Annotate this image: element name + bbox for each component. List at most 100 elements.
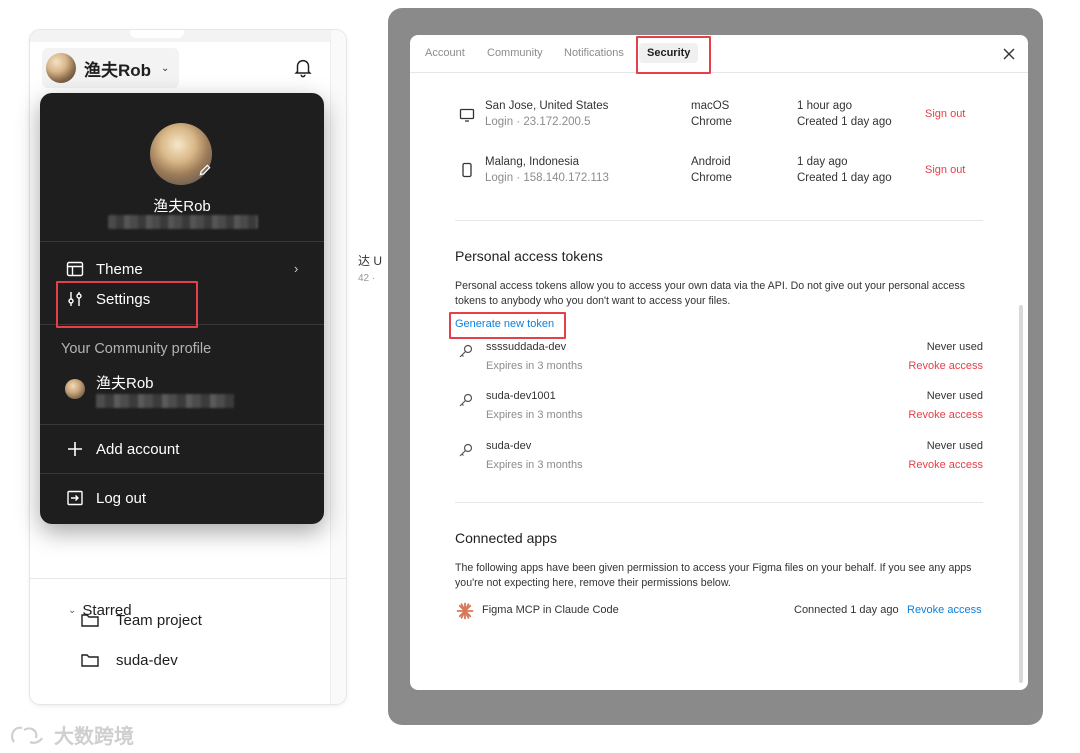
session-os: macOS: [691, 100, 730, 112]
monitor-icon: [459, 108, 475, 122]
chevron-down-icon: ⌄: [68, 605, 77, 616]
claude-icon: [456, 602, 474, 620]
revoke-token-link[interactable]: Revoke access: [883, 409, 983, 421]
bell-icon[interactable]: [292, 56, 314, 78]
tab-account[interactable]: Account: [425, 47, 465, 59]
account-menu: 渔夫Rob Theme › Settings Your Community pr…: [40, 93, 324, 524]
revoke-app-link[interactable]: Revoke access: [907, 604, 982, 616]
session-last-active: 1 hour ago: [797, 100, 852, 112]
generate-token-link[interactable]: Generate new token: [455, 318, 554, 330]
community-avatar: [65, 379, 85, 399]
redacted-email: [108, 215, 258, 229]
session-location-text: San Jose, United States: [485, 100, 609, 112]
close-icon[interactable]: [1002, 47, 1016, 61]
chevron-right-icon: ›: [294, 261, 299, 276]
redacted-handle: [96, 394, 234, 408]
profile-name: 渔夫Rob: [153, 198, 211, 215]
session-login-ip: Login · 23.172.200.5: [485, 116, 591, 128]
partial-file-card: 达 U 42 ·: [358, 252, 382, 284]
tab-community[interactable]: Community: [487, 47, 543, 59]
token-usage: Never used: [926, 341, 983, 353]
connected-apps-title: Connected apps: [455, 530, 557, 546]
menu-item-label: Theme: [96, 260, 143, 278]
session-os: Android: [691, 156, 731, 168]
pat-description: Personal access tokens allow you to acce…: [455, 280, 965, 307]
session-created: Created 1 day ago: [797, 172, 892, 184]
panel-edge: [330, 30, 346, 704]
starred-item-suda-dev[interactable]: suda-dev: [80, 651, 178, 669]
partial-file-title: 达 U: [358, 254, 383, 268]
token-usage: Never used: [926, 390, 983, 402]
partial-file-meta: 42 ·: [358, 273, 376, 284]
session-device: Android Chrome: [691, 154, 732, 186]
session-last-active: 1 day ago: [797, 156, 848, 168]
sign-out-link[interactable]: Sign out: [925, 108, 965, 120]
folder-icon: [81, 614, 99, 627]
token-usage: Never used: [926, 440, 983, 452]
divider: [455, 220, 983, 221]
connected-apps-description: The following apps have been given permi…: [455, 562, 972, 589]
session-location: San Jose, United States Login · 23.172.2…: [485, 98, 608, 130]
pat-title: Personal access tokens: [455, 248, 603, 264]
token-expiry: Expires in 3 months: [486, 409, 583, 421]
folder-icon: [81, 654, 99, 667]
watermark-logo-icon: [10, 726, 43, 744]
divider: [30, 578, 346, 579]
divider: [40, 241, 324, 242]
session-location-text: Malang, Indonesia: [485, 156, 579, 168]
menu-item-theme[interactable]: Theme: [66, 260, 143, 278]
community-profile-link[interactable]: 渔夫Rob: [96, 372, 154, 393]
avatar: [46, 53, 76, 83]
session-login-ip: Login · 158.140.172.113: [485, 172, 609, 184]
token-expiry: Expires in 3 months: [486, 459, 583, 471]
chevron-down-icon: ⌄: [161, 62, 170, 74]
menu-item-label: Log out: [96, 489, 147, 507]
divider: [40, 424, 324, 425]
key-icon: [459, 393, 473, 407]
scrollbar[interactable]: [1019, 305, 1023, 683]
pencil-icon[interactable]: [196, 161, 214, 179]
starred-item-team-project[interactable]: Team project: [80, 611, 202, 629]
menu-item-label: Add account: [96, 440, 180, 458]
session-location: Malang, Indonesia Login · 158.140.172.11…: [485, 154, 609, 186]
key-icon: [459, 443, 473, 457]
session-created: Created 1 day ago: [797, 116, 892, 128]
starred-item-label: suda-dev: [116, 651, 178, 669]
token-name: suda-dev1001: [486, 390, 556, 402]
sign-out-link[interactable]: Sign out: [925, 164, 965, 176]
token-expiry: Expires in 3 months: [486, 360, 583, 372]
watermark: 大数跨境: [8, 720, 134, 749]
menu-item-add-account[interactable]: Add account: [66, 440, 179, 458]
connected-app-name: Figma MCP in Claude Code: [482, 604, 619, 616]
log-out-icon: [67, 490, 83, 506]
session-browser: Chrome: [691, 172, 732, 184]
watermark-text: 大数跨境: [54, 726, 134, 748]
menu-item-label: Settings: [96, 290, 151, 308]
top-strip: [30, 30, 346, 42]
key-icon: [459, 344, 473, 358]
session-time: 1 day ago Created 1 day ago: [797, 154, 892, 186]
token-name: suda-dev: [486, 440, 532, 452]
tab-notifications[interactable]: Notifications: [564, 47, 624, 59]
menu-item-settings[interactable]: Settings: [66, 290, 150, 308]
token-name: ssssuddada-dev: [486, 341, 567, 353]
connected-app-status: Connected 1 day ago: [794, 604, 899, 616]
sliders-icon: [68, 292, 82, 306]
menu-item-log-out[interactable]: Log out: [66, 489, 146, 507]
phone-icon: [462, 162, 472, 178]
divider: [40, 473, 324, 474]
session-time: 1 hour ago Created 1 day ago: [797, 98, 892, 130]
revoke-token-link[interactable]: Revoke access: [883, 360, 983, 372]
tab-bar: Account Community Notifications Security: [410, 35, 1028, 73]
account-name: 渔夫Rob: [84, 60, 152, 80]
revoke-token-link[interactable]: Revoke access: [883, 459, 983, 471]
divider: [455, 502, 983, 503]
plus-icon: [68, 442, 82, 456]
tab-security[interactable]: Security: [639, 43, 699, 63]
settings-modal: Account Community Notifications Security…: [410, 35, 1028, 690]
account-switcher-button[interactable]: 渔夫Rob ⌄: [42, 48, 180, 88]
starred-item-label: Team project: [116, 611, 202, 629]
divider: [40, 324, 324, 325]
layout-icon: [66, 261, 84, 277]
community-section-label: Your Community profile: [61, 341, 212, 357]
